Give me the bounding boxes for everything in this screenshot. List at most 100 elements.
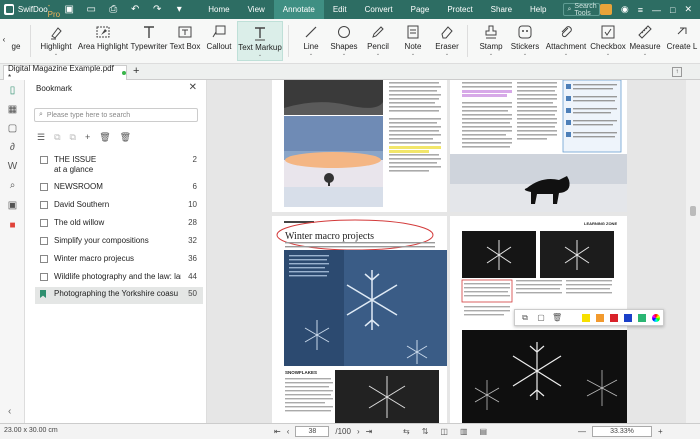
collapse-ribbon-icon[interactable]: ↑ — [672, 67, 682, 77]
folder-icon[interactable]: ▭ — [85, 4, 97, 15]
new-tab-button[interactable]: + — [133, 65, 139, 77]
page-layout-icon[interactable]: ▥ — [460, 427, 468, 436]
add-bookmark-icon[interactable]: + — [85, 132, 90, 143]
bookmark-item[interactable]: David Southern 10 — [35, 198, 203, 215]
text-box-button[interactable]: Text Box — [170, 21, 200, 61]
prev-page-icon[interactable]: ‹ — [287, 427, 290, 436]
menu-view[interactable]: View — [239, 0, 274, 19]
current-page-input[interactable]: 38 — [295, 426, 330, 437]
word-icon[interactable]: W — [7, 161, 18, 172]
scroll-mode-icon[interactable]: ▤ — [480, 427, 488, 436]
close-icon[interactable]: ✕ — [684, 4, 692, 15]
bookmark-title: The old willow — [54, 218, 105, 227]
copy-icon[interactable]: ⧉ — [520, 313, 530, 323]
menu-home[interactable]: Home — [199, 0, 238, 19]
measure-button[interactable]: Measure ⌄ — [629, 21, 661, 61]
search-icon: ⌕ — [39, 111, 43, 118]
fit-width-icon[interactable]: ⇆ — [403, 427, 410, 436]
delete-all-icon[interactable]: 🗑 — [120, 132, 131, 143]
comment-icon[interactable]: ▢ — [536, 313, 546, 322]
bookmark-item[interactable]: Wildlife photography and the law: land 4… — [35, 270, 203, 287]
last-page-icon[interactable]: ⇥ — [366, 427, 373, 436]
delete-icon[interactable]: 🗑 — [552, 313, 562, 322]
attachment-button[interactable]: Attachment ⌄ — [545, 21, 587, 61]
page-thumbnail-icon[interactable]: ▦ — [7, 104, 18, 115]
app-suffix: -Pro — [47, 0, 61, 19]
area-highlight-button[interactable]: Area Highlight — [78, 21, 128, 61]
menu-help[interactable]: Help — [521, 0, 555, 19]
menu-edit[interactable]: Edit — [324, 0, 356, 19]
line-button[interactable]: Line ⌄ — [298, 21, 324, 61]
shapes-button[interactable]: Shapes ⌄ — [329, 21, 359, 61]
search-icon[interactable]: ⌕ — [7, 180, 18, 191]
fit-page-icon[interactable]: ⇅ — [422, 427, 429, 436]
gift-icon[interactable]: ■ — [7, 220, 18, 231]
typewriter-button[interactable]: Typewriter — [131, 21, 167, 61]
text-markup-button[interactable]: Text Markup ⌄ — [237, 21, 283, 61]
bookmark-search-input[interactable]: ⌕ Please type here to search — [34, 108, 198, 122]
note-button[interactable]: Note ⌄ — [400, 21, 426, 61]
zoom-in-icon[interactable]: + — [658, 427, 663, 436]
zoom-out-icon[interactable]: — — [578, 427, 586, 436]
callout-button[interactable]: Callout — [204, 21, 234, 61]
zoom-level[interactable]: 33.33% — [592, 426, 652, 437]
bookmark-item[interactable]: The old willow 28 — [35, 216, 203, 233]
document-viewer[interactable]: Winter macro projects SNOWFLAKES LEARNIN… — [207, 80, 686, 423]
vertical-scrollbar[interactable] — [686, 80, 700, 423]
color-swatch-red[interactable] — [610, 313, 618, 322]
redo-icon[interactable]: ↷ — [151, 4, 163, 15]
bookmark-title: Simplify your compositions — [54, 236, 149, 245]
eraser-button[interactable]: Eraser ⌄ — [434, 21, 460, 61]
dropdown-icon[interactable]: ▾ — [173, 4, 185, 15]
attachment-icon[interactable]: ∂ — [7, 142, 18, 153]
stamp-label: Stamp — [479, 42, 503, 51]
first-page-icon[interactable]: ⇤ — [274, 427, 281, 436]
tools-search[interactable]: ⌕ Search Tools — [563, 3, 600, 17]
create-link-icon — [677, 27, 687, 35]
menu-page[interactable]: Page — [402, 0, 439, 19]
color-swatch-blue[interactable] — [624, 313, 632, 322]
chevron-left-icon[interactable]: ‹ — [8, 406, 11, 417]
bookmark-item[interactable]: NEWSROOM 6 — [35, 180, 203, 197]
save-icon[interactable]: ▣ — [63, 4, 75, 15]
bookmark-outdent-icon[interactable]: ⧉ — [70, 132, 76, 143]
maximize-icon[interactable]: □ — [670, 5, 675, 15]
pencil-button[interactable]: Pencil ⌄ — [364, 21, 392, 61]
store-icon[interactable] — [599, 4, 612, 15]
highlight-button[interactable]: Highlight ⌄ — [36, 21, 76, 61]
expand-all-icon[interactable]: ☰ — [37, 132, 45, 143]
stamp-button[interactable]: Stamp ⌄ — [477, 21, 505, 61]
ribbon-scroll-left[interactable]: ‹ — [0, 21, 8, 61]
read-mode-icon[interactable]: ◫ — [440, 427, 448, 436]
bookmark-icon[interactable]: ▯ — [7, 85, 18, 96]
stickers-button[interactable]: Stickers ⌄ — [510, 21, 540, 61]
bookmark-item[interactable]: Winter macro projecus 36 — [35, 252, 203, 269]
bookmark-indent-icon[interactable]: ⧉ — [54, 132, 60, 143]
undo-icon[interactable]: ↶ — [129, 4, 141, 15]
bookmark-item-selected[interactable]: Photographing the Yorkshire coasu 50 — [35, 287, 203, 304]
color-picker-icon[interactable] — [652, 313, 660, 322]
minimize-icon[interactable]: — — [652, 5, 661, 15]
menu-convert[interactable]: Convert — [356, 0, 402, 19]
menu-icon[interactable]: ≡ — [638, 5, 643, 15]
bookmark-item[interactable]: THE ISSUE at a glance 2 — [35, 153, 203, 174]
menu-annotate[interactable]: Annotate — [273, 0, 324, 19]
close-icon[interactable]: ✕ — [189, 82, 197, 93]
color-swatch-orange[interactable] — [596, 313, 604, 322]
account-icon[interactable]: ◉ — [621, 4, 629, 15]
color-swatch-green[interactable] — [638, 313, 646, 322]
comment-icon[interactable]: ▢ — [7, 123, 18, 134]
color-swatch-yellow[interactable] — [582, 313, 590, 322]
print-icon[interactable]: ⎙ — [107, 4, 119, 15]
next-page-icon[interactable]: › — [357, 427, 360, 436]
scrollbar-thumb[interactable] — [690, 206, 696, 216]
create-link-button[interactable]: Create L — [664, 21, 700, 61]
bookmark-item[interactable]: Simplify your compositions 32 — [35, 234, 203, 251]
delete-bookmark-icon[interactable]: 🗑 — [99, 132, 110, 143]
checkbox-button[interactable]: Checkbox ⌄ — [590, 21, 626, 61]
menu-protect[interactable]: Protect — [438, 0, 481, 19]
document-tab[interactable]: Digital Magazine Example.pdf * — [3, 64, 127, 82]
image-icon[interactable]: ▣ — [7, 200, 18, 211]
ribbon-item-partial[interactable]: ge — [8, 21, 24, 61]
menu-share[interactable]: Share — [482, 0, 521, 19]
